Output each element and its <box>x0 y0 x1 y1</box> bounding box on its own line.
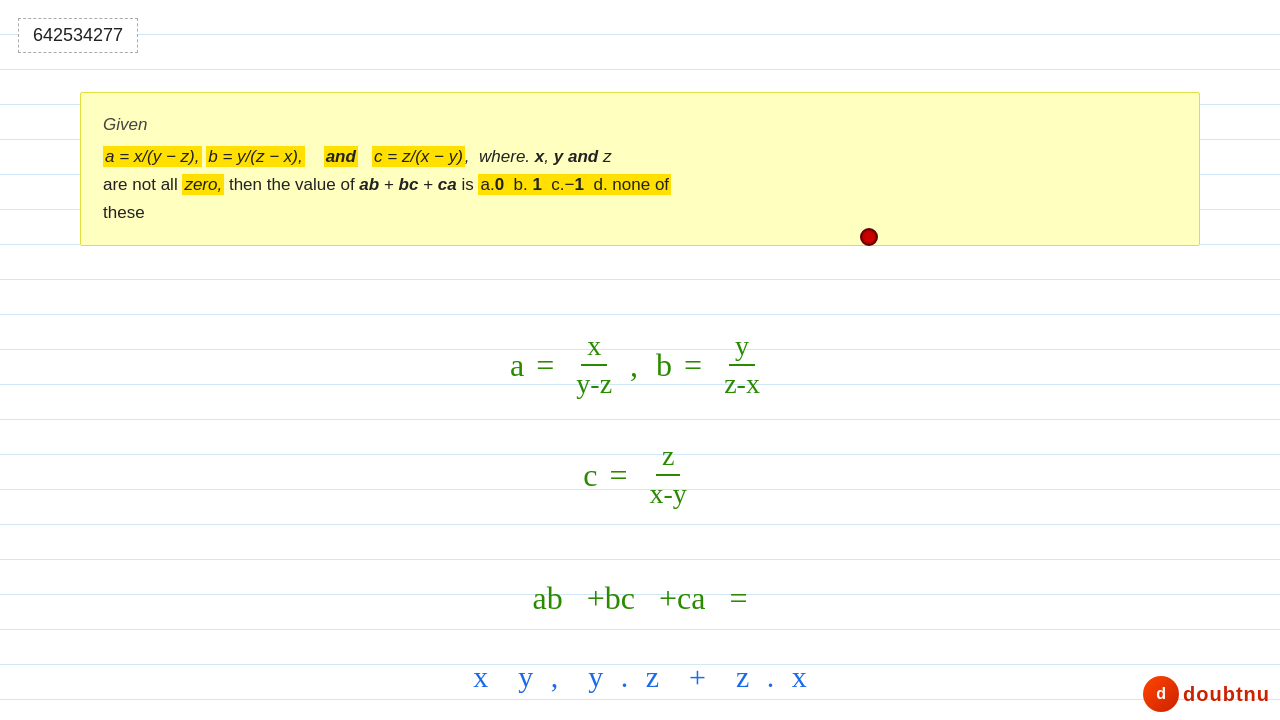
question-line1: a = x/(y − z), b = y/(z − x), and c = z/… <box>103 143 1177 171</box>
a-label: a <box>510 347 524 384</box>
logo-icon-text: d <box>1156 685 1166 703</box>
highlight-options: a.0 b. 1 c.−1 d. none of <box>478 174 671 195</box>
c-denominator: x-y <box>643 476 692 510</box>
equals3: = <box>609 457 627 494</box>
mouse-cursor <box>860 228 878 246</box>
comma2: , <box>543 660 558 694</box>
c-label: c <box>583 457 597 494</box>
var-y2: y <box>588 660 603 694</box>
math-row2: c = z x-y <box>0 440 1280 510</box>
math-row3: ab +bc +ca = <box>0 580 1280 617</box>
question-line2: are not all zero, then the value of ab +… <box>103 171 1177 199</box>
c-numerator: z <box>656 440 680 476</box>
comma1: , <box>630 347 638 384</box>
b-denominator: z-x <box>718 366 766 400</box>
logo-text-label: doubtnu <box>1183 683 1270 706</box>
dot1: . <box>613 660 636 694</box>
var-z2: z <box>736 660 749 694</box>
id-value: 642534277 <box>33 25 123 45</box>
highlight-a-expr: a = x/(y − z), <box>103 146 202 167</box>
question-box: Given a = x/(y − z), b = y/(z − x), and … <box>80 92 1200 246</box>
a-numerator: x <box>581 330 607 366</box>
b-numerator: y <box>729 330 755 366</box>
var-x: x <box>473 660 488 694</box>
b-fraction: y z-x <box>718 330 766 400</box>
plus1: + <box>689 660 706 694</box>
question-id: 642534277 <box>18 18 138 53</box>
highlight-and: and <box>324 146 358 167</box>
ab-expression: ab +bc +ca = <box>533 580 748 617</box>
equals1: = <box>536 347 554 384</box>
highlight-b-expr: b = y/(z − x), <box>206 146 305 167</box>
math-row1: a = x y-z , b = y z-x <box>0 330 1280 400</box>
var-y: y <box>518 660 533 694</box>
given-label: Given <box>103 111 1177 139</box>
logo-icon: d <box>1143 676 1179 712</box>
question-line3: these <box>103 199 1177 227</box>
math-row4: x y , y . z + z . x <box>0 660 1280 694</box>
var-x2: x <box>792 660 807 694</box>
doubtnut-logo: d doubtnu <box>1143 676 1270 712</box>
dot2: . <box>759 660 782 694</box>
var-z: z <box>646 660 659 694</box>
b-label: b <box>656 347 672 384</box>
equals2: = <box>684 347 702 384</box>
highlight-c-expr: c = z/(x − y) <box>372 146 465 167</box>
highlight-zero: zero, <box>182 174 224 195</box>
c-fraction: z x-y <box>643 440 692 510</box>
a-fraction: x y-z <box>570 330 618 400</box>
a-denominator: y-z <box>570 366 618 400</box>
